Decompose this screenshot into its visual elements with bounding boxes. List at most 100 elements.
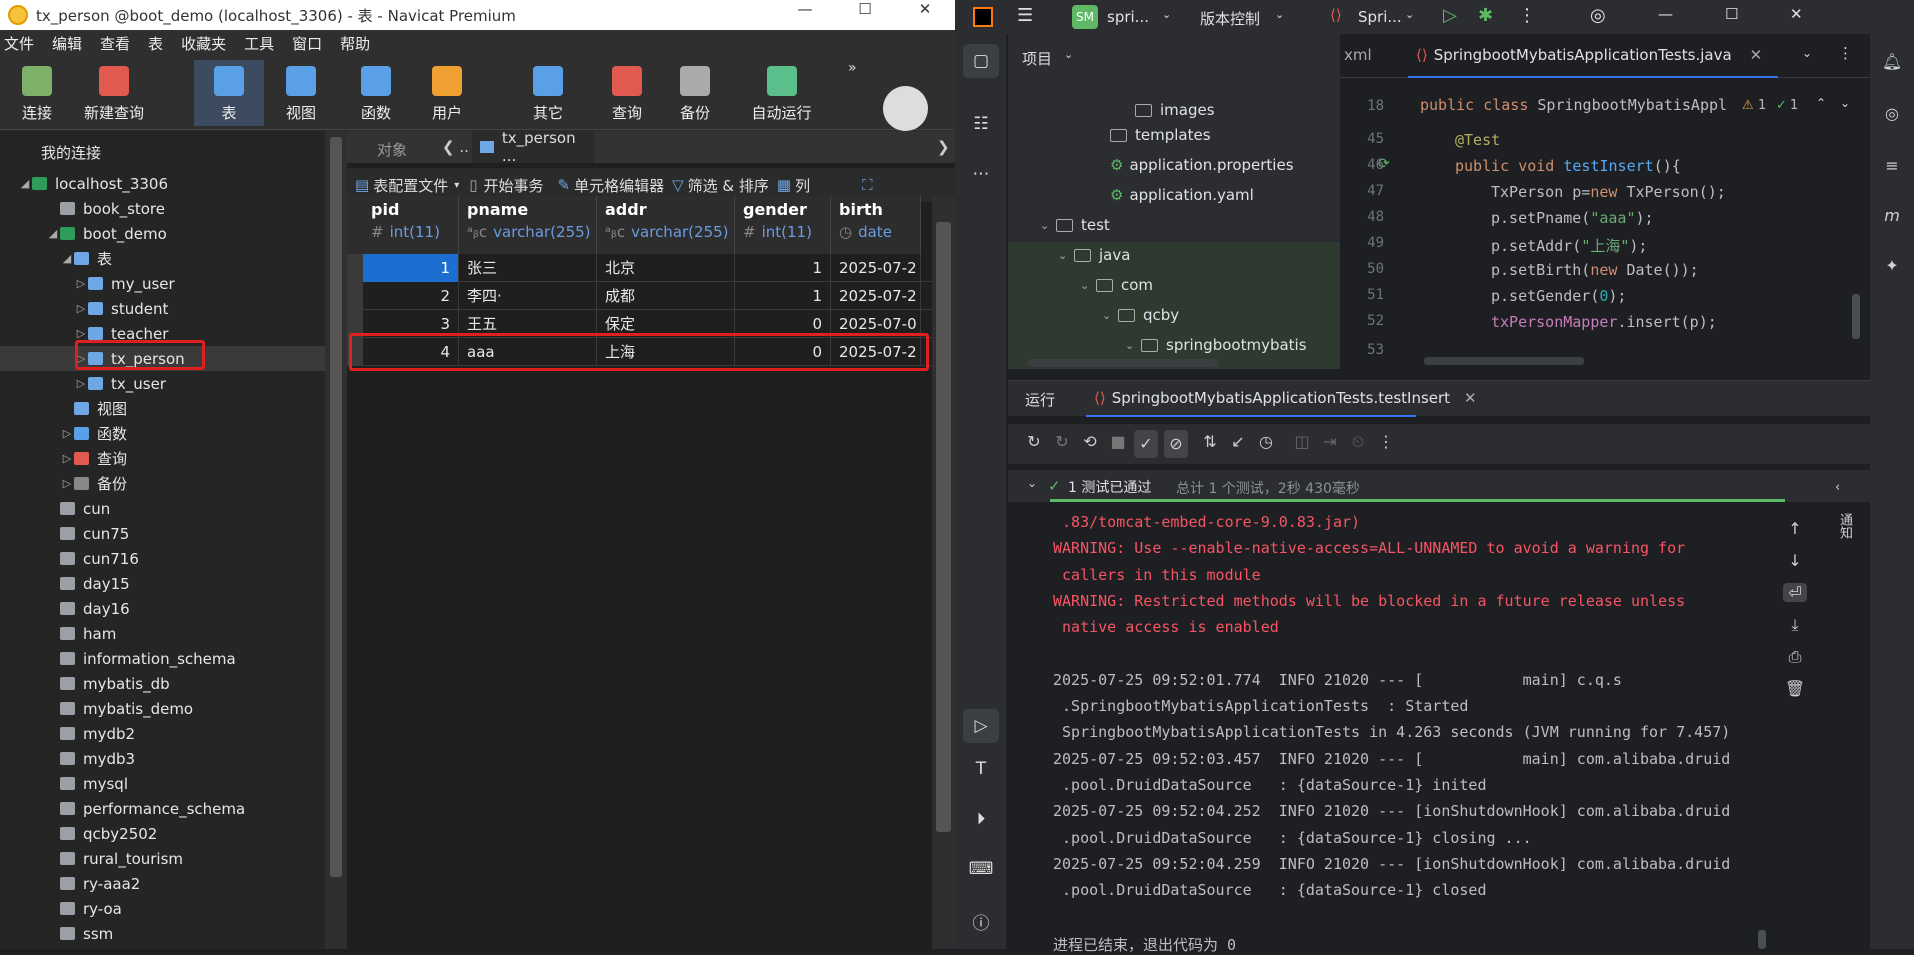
ai-assistant-icon[interactable]: ◎ (1590, 5, 1606, 26)
tree-backups-group[interactable]: ▷ 备份 (0, 471, 325, 496)
menu-favorites[interactable]: 收藏夹 (181, 33, 226, 54)
show-passed-icon[interactable]: ✓ (1134, 430, 1158, 458)
filter-sort-button[interactable]: 筛选 & 排序 (688, 175, 769, 196)
tree-table-my-user[interactable]: ▷ my_user (0, 271, 325, 296)
table-row[interactable]: 1 张三 北京 1 2025-07-2 (347, 254, 932, 282)
tree-db-ry-oa[interactable]: ry-oa (0, 896, 325, 921)
tree-db-day15[interactable]: day15 (0, 571, 325, 596)
avatar[interactable] (883, 86, 928, 131)
main-menu-icon[interactable]: ☰ (1017, 5, 1033, 26)
toolbar-new-query-button[interactable]: 新建查询 (72, 60, 156, 126)
tree-db-book-store[interactable]: book_store (0, 196, 325, 221)
minimize-icon[interactable]: — (1658, 5, 1673, 23)
grid-scrollbar[interactable] (932, 196, 955, 949)
column-header-addr[interactable]: addr ᵃᵦc varchar(255) (597, 196, 735, 254)
tree-my-connections[interactable]: 我的连接 (0, 140, 325, 165)
notification-panel-label[interactable]: 通知 (1835, 513, 1854, 539)
code-line[interactable]: txPersonMapper.insert(p); (1491, 313, 1717, 331)
expand-arrow-icon[interactable]: ⌄ (1080, 279, 1096, 292)
expand-arrow-icon[interactable]: ⌄ (1040, 219, 1056, 232)
tree-db-information-schema[interactable]: information_schema (0, 646, 325, 671)
more-icon[interactable]: ⋮ (1518, 5, 1536, 26)
tree-db-rural-tourism[interactable]: rural_tourism (0, 846, 325, 871)
expand-arrow-icon[interactable]: ▷ (60, 452, 74, 465)
scroll-to-end-icon[interactable]: ⤓ (1783, 615, 1807, 635)
toolbar-user-button[interactable]: 用户 (412, 60, 482, 126)
terminal-tool-icon[interactable]: ⌨ (963, 859, 999, 879)
tree-db-cun716[interactable]: cun716 (0, 546, 325, 571)
editor-more-icon[interactable]: ⋮ (1838, 44, 1853, 62)
project-tree-java[interactable]: ⌄ java (1058, 240, 1130, 270)
menu-file[interactable]: 文件 (4, 33, 34, 54)
toolbar-connect-button[interactable]: 连接 (2, 60, 72, 126)
import-icon[interactable]: ⏲ (1346, 432, 1370, 452)
structure-tool-icon[interactable]: ☷ (963, 114, 999, 134)
plugin-icon[interactable]: ✦ (1880, 256, 1904, 275)
table-cell[interactable]: 1 (363, 254, 459, 282)
expand-arrow-icon[interactable]: ▷ (60, 477, 74, 490)
chevron-down-icon[interactable]: ⌄ (1064, 48, 1073, 61)
code-line[interactable]: @Test (1455, 131, 1500, 149)
close-icon[interactable]: ✕ (1790, 5, 1803, 23)
rerun-failed-icon[interactable]: ↻ (1050, 432, 1074, 451)
project-tree-qcby[interactable]: ⌄ qcby (1102, 300, 1179, 330)
tree-db-mydb2[interactable]: mydb2 (0, 721, 325, 746)
run-more-icon[interactable]: ⋮ (1374, 432, 1398, 451)
scroll-down-icon[interactable]: ↓ (1783, 551, 1807, 570)
warning-icon[interactable]: ⚠ (1742, 98, 1754, 113)
tree-db-boot-demo[interactable]: ◢ boot_demo (0, 221, 325, 246)
expand-arrow-icon[interactable]: ▷ (74, 302, 88, 315)
sort-duration-icon[interactable]: ↙ (1226, 432, 1250, 451)
project-tree-springbootmybatis[interactable]: ⌄ springbootmybatis (1125, 330, 1307, 360)
chevron-down-icon[interactable]: ⌄ (1275, 8, 1284, 21)
tree-db-ry-aaa2[interactable]: ry-aaa2 (0, 871, 325, 896)
toggle-auto-test-icon[interactable]: ⟲ (1078, 432, 1102, 451)
project-hscroll[interactable] (1028, 359, 1218, 367)
table-cell[interactable]: 张三 (459, 254, 597, 282)
project-tool-icon[interactable]: ▢ (963, 44, 999, 78)
database-icon[interactable]: ≡ (1880, 156, 1904, 175)
close-run-tab-icon[interactable]: ✕ (1464, 389, 1477, 407)
expand-icon[interactable]: ⛶ (862, 176, 873, 194)
menu-view[interactable]: 查看 (100, 33, 130, 54)
toolbar-more-icon[interactable]: » (848, 60, 857, 76)
columns-button[interactable]: 列 (795, 175, 810, 196)
maven-icon[interactable]: m (1880, 206, 1904, 225)
table-cell[interactable]: 1 (735, 254, 831, 282)
expand-arrow-icon[interactable]: ▷ (74, 327, 88, 340)
project-panel-title[interactable]: 项目 (1022, 48, 1052, 69)
table-cell[interactable]: 2025-07-2 (831, 282, 921, 310)
expand-arrow-icon[interactable]: ◢ (60, 252, 74, 265)
run-icon[interactable]: ▷ (1443, 5, 1457, 26)
row-selector[interactable] (347, 282, 363, 310)
close-icon[interactable]: ✕ (905, 0, 945, 18)
tree-queries-group[interactable]: ▷ 查询 (0, 446, 325, 471)
tree-db-ham[interactable]: ham (0, 621, 325, 646)
column-header-pid[interactable]: pid # int(11) (363, 196, 459, 254)
table-config-button[interactable]: 表配置文件 (373, 175, 448, 196)
menu-help[interactable]: 帮助 (340, 33, 370, 54)
code-line[interactable]: public void testInsert(){ (1455, 157, 1681, 175)
next-highlight-icon[interactable]: ⌄ (1840, 96, 1850, 110)
maximize-icon[interactable]: ☐ (1725, 5, 1738, 23)
code-line[interactable]: p.setBirth(new Date()); (1491, 261, 1699, 279)
dropdown-icon[interactable]: ▾ (454, 180, 459, 191)
services-tool-icon[interactable]: ⏵ (963, 809, 999, 829)
toolbar-query-button[interactable]: 查询 (592, 60, 662, 126)
editor-scrollbar[interactable] (1852, 294, 1860, 339)
minimize-icon[interactable]: — (785, 0, 825, 18)
expand-arrow-icon[interactable]: ▷ (60, 427, 74, 440)
toolbar-table-button[interactable]: 表 (194, 60, 264, 126)
code-line[interactable]: p.setGender(0); (1491, 287, 1626, 305)
tree-tables-group[interactable]: ◢ 表 (0, 246, 325, 271)
project-tree-application-properties[interactable]: ⚙ application.properties (1110, 150, 1294, 180)
soft-wrap-icon[interactable]: ⏎ (1783, 583, 1807, 602)
row-selector[interactable] (347, 254, 363, 282)
table-cell[interactable]: 2025-07-2 (831, 254, 921, 282)
menu-window[interactable]: 窗口 (292, 33, 322, 54)
more-tools-icon[interactable]: ⋯ (963, 164, 999, 184)
export-icon[interactable]: ⇥ (1318, 432, 1342, 451)
tree-db-cun[interactable]: cun (0, 496, 325, 521)
console-output[interactable]: .83/tomcat-embed-core-9.0.83.jar) WARNING… (1050, 505, 1772, 954)
clear-icon[interactable]: 🗑︎ (1783, 679, 1807, 698)
